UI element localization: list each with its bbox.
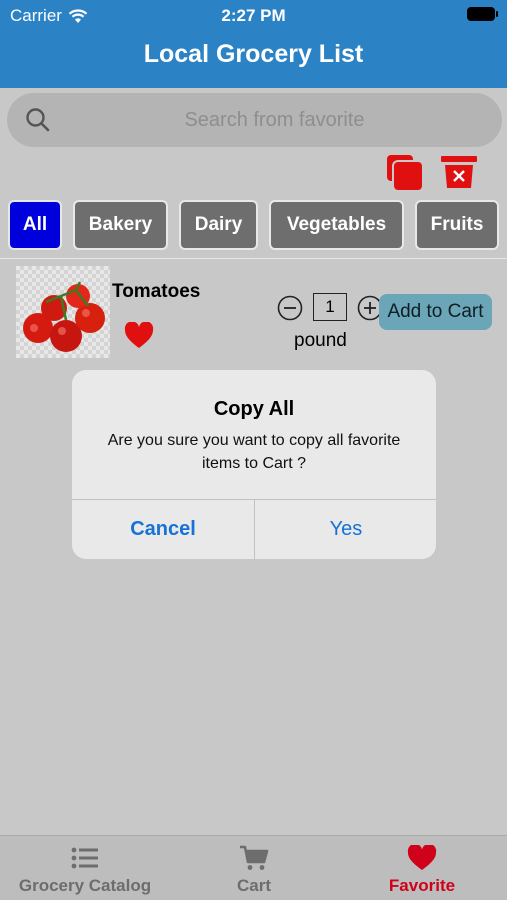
category-bakery[interactable]: Bakery — [73, 200, 168, 250]
item-name: Tomatoes — [112, 281, 201, 302]
tab-bar: Grocery Catalog Cart Favorite — [0, 835, 507, 900]
quantity-unit: pound — [294, 330, 347, 351]
decrease-quantity-button[interactable] — [277, 295, 303, 321]
category-dairy[interactable]: Dairy — [179, 200, 258, 250]
cart-icon — [240, 845, 269, 870]
yes-button[interactable]: Yes — [255, 500, 436, 559]
battery-icon — [467, 7, 498, 21]
heart-icon — [407, 845, 437, 870]
favorite-heart-icon[interactable] — [124, 322, 154, 349]
add-to-cart-button[interactable]: Add to Cart — [379, 294, 492, 330]
tomatoes-image — [23, 281, 105, 352]
search-icon — [26, 108, 50, 132]
status-bar: Carrier 2:27 PM — [0, 0, 507, 30]
category-vegetables[interactable]: Vegetables — [269, 200, 404, 250]
cancel-button[interactable]: Cancel — [72, 500, 254, 559]
delete-all-icon — [441, 156, 477, 188]
category-fruits[interactable]: Fruits — [415, 200, 499, 250]
clock: 2:27 PM — [221, 6, 286, 25]
quantity-field[interactable]: 1 — [313, 293, 347, 321]
copy-all-button[interactable] — [386, 154, 424, 192]
search-bar[interactable] — [7, 93, 502, 147]
divider — [0, 258, 507, 259]
category-all[interactable]: All — [8, 200, 62, 250]
delete-all-button[interactable] — [440, 154, 478, 192]
copy-all-dialog: Copy All Are you sure you want to copy a… — [72, 370, 436, 559]
tab-label: Favorite — [388, 876, 456, 895]
app-header: Carrier 2:27 PM Local Grocery List — [0, 0, 507, 88]
search-input[interactable] — [67, 103, 482, 137]
page-title: Local Grocery List — [143, 40, 364, 68]
copy-all-icon — [387, 155, 424, 192]
tab-label: Grocery Catalog — [18, 876, 152, 895]
list-icon — [71, 847, 98, 869]
tab-label: Cart — [236, 876, 271, 895]
dialog-message: Are you sure you want to copy all favori… — [107, 432, 401, 472]
dialog-title: Copy All — [213, 398, 295, 420]
item-image — [16, 266, 110, 358]
tab-favorite[interactable]: Favorite — [337, 836, 507, 900]
tab-cart[interactable]: Cart — [169, 836, 339, 900]
tab-grocery-catalog[interactable]: Grocery Catalog — [0, 836, 170, 900]
